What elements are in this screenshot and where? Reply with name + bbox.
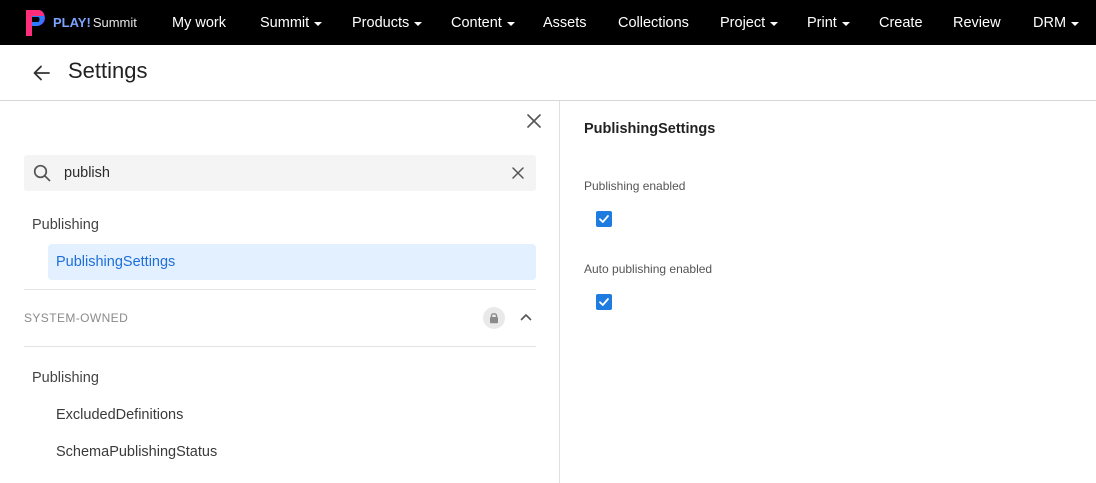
group-label-publishing: Publishing bbox=[32, 217, 99, 233]
search-icon bbox=[33, 164, 51, 182]
nav-item-summit[interactable]: Summit bbox=[260, 0, 323, 45]
close-icon bbox=[527, 114, 541, 128]
field-label-auto-publishing-enabled: Auto publishing enabled bbox=[584, 262, 713, 276]
nav-item-assets[interactable]: Assets bbox=[543, 0, 587, 45]
caret-down-icon bbox=[414, 21, 423, 26]
arrow-left-icon bbox=[33, 65, 50, 81]
nav-item-my-work[interactable]: My work bbox=[172, 0, 226, 45]
auto-publishing-enabled-checkbox[interactable] bbox=[596, 294, 612, 310]
system-owned-section-header: SYSTEM-OWNED bbox=[24, 290, 536, 346]
brand-name-bold: PLAY! bbox=[53, 15, 91, 30]
nav-item-products[interactable]: Products bbox=[352, 0, 423, 45]
divider bbox=[24, 346, 536, 347]
detail-title: PublishingSettings bbox=[584, 121, 716, 137]
nav-item-print[interactable]: Print bbox=[807, 0, 850, 45]
top-navigation: PLAY! Summit My work Summit Products Cont… bbox=[0, 0, 1096, 45]
search-box bbox=[24, 155, 536, 191]
tree-item-label: SchemaPublishingStatus bbox=[56, 444, 218, 460]
nav-item-drm[interactable]: DRM bbox=[1033, 0, 1080, 45]
tree-item-schema-publishing-status[interactable]: SchemaPublishingStatus bbox=[48, 434, 536, 470]
nav-item-content[interactable]: Content bbox=[451, 0, 515, 45]
settings-detail-panel: PublishingSettings Publishing enabled Au… bbox=[561, 101, 1096, 483]
lock-badge bbox=[483, 307, 505, 329]
lock-icon bbox=[490, 313, 498, 324]
play-logo-icon bbox=[26, 9, 45, 36]
caret-down-icon bbox=[770, 21, 779, 26]
tree-item-excluded-definitions[interactable]: ExcludedDefinitions bbox=[48, 397, 536, 433]
field-label-publishing-enabled: Publishing enabled bbox=[584, 179, 686, 193]
settings-tree-panel: Publishing PublishingSettings SYSTEM-OWN… bbox=[0, 101, 560, 483]
brand[interactable]: PLAY! Summit bbox=[0, 0, 156, 45]
tree-item-publishing-settings[interactable]: PublishingSettings bbox=[48, 244, 536, 280]
caret-down-icon bbox=[314, 21, 323, 26]
close-panel-button[interactable] bbox=[524, 111, 544, 131]
nav-item-create[interactable]: Create bbox=[879, 0, 923, 45]
page-title: Settings bbox=[68, 58, 148, 83]
caret-down-icon bbox=[841, 21, 850, 26]
nav-item-project[interactable]: Project bbox=[720, 0, 779, 45]
tree-item-label: PublishingSettings bbox=[56, 254, 176, 270]
group-label-system-publishing: Publishing bbox=[32, 370, 99, 386]
caret-down-icon bbox=[1071, 21, 1080, 26]
search-input[interactable] bbox=[64, 162, 494, 184]
checkmark-icon bbox=[599, 215, 609, 223]
section-label-system-owned: SYSTEM-OWNED bbox=[24, 311, 129, 325]
back-button[interactable] bbox=[32, 63, 52, 83]
caret-down-icon bbox=[506, 21, 515, 26]
checkmark-icon bbox=[599, 298, 609, 306]
tree-item-label: ExcludedDefinitions bbox=[56, 407, 184, 423]
collapse-section-button[interactable] bbox=[518, 309, 534, 325]
page-header: Settings bbox=[0, 45, 1096, 101]
nav-item-review[interactable]: Review bbox=[953, 0, 1001, 45]
clear-icon bbox=[512, 167, 524, 179]
publishing-enabled-checkbox[interactable] bbox=[596, 211, 612, 227]
search-clear-button[interactable] bbox=[509, 164, 527, 182]
chevron-up-icon bbox=[520, 314, 532, 321]
brand-name-light: Summit bbox=[92, 15, 137, 30]
nav-item-collections[interactable]: Collections bbox=[618, 0, 689, 45]
